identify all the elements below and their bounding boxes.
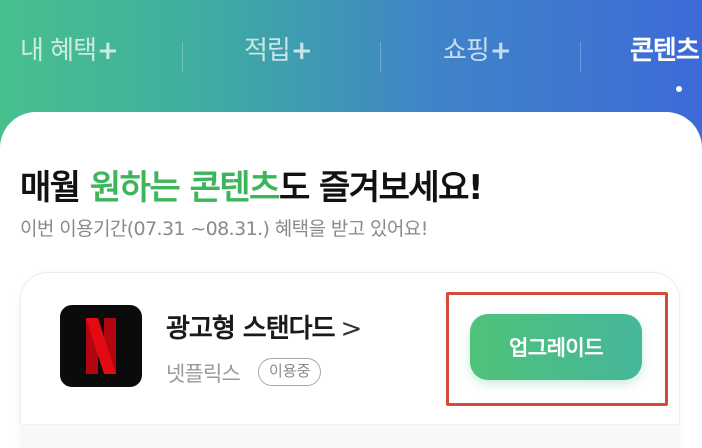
product-name-link[interactable]: 광고형 스탠다드 > — [166, 308, 363, 345]
tab-divider — [580, 42, 581, 72]
netflix-n-glyph — [86, 318, 116, 374]
tab-divider — [182, 42, 183, 72]
headline-text: 매월 — [20, 168, 90, 208]
tab-label: 쇼핑 — [443, 36, 490, 66]
tab-divider — [380, 42, 381, 72]
tab-label: 콘텐츠 — [630, 36, 700, 66]
plus-icon: + — [97, 36, 119, 66]
netflix-logo-icon — [60, 305, 142, 387]
tab-label: 적립 — [244, 36, 291, 66]
tab-contents[interactable]: 콘텐츠+ — [630, 30, 702, 80]
category-tab-bar: 내 혜택+ 적립+ 쇼핑+ 콘텐츠+ — [0, 0, 702, 110]
headline-highlight: 원하는 콘텐츠 — [89, 168, 281, 208]
tab-earn[interactable]: 적립+ — [244, 30, 313, 80]
plus-icon: + — [489, 36, 512, 66]
page-headline: 매월 원하는 콘텐츠도 즐겨보세요! — [20, 160, 484, 209]
status-badge: 이용중 — [258, 358, 322, 386]
tab-my-benefits[interactable]: 내 혜택+ — [20, 30, 119, 80]
card-divider — [20, 424, 680, 448]
provider-name: 넷플릭스 — [166, 362, 241, 386]
tab-label: 내 혜택 — [20, 36, 97, 66]
headline-text-end: 도 즐겨보세요! — [278, 168, 484, 208]
plus-icon: + — [290, 36, 313, 66]
benefit-period-text: 이번 이용기간(07.31 ~08.31.) 혜택을 받고 있어요! — [20, 218, 428, 240]
product-name: 광고형 스탠다드 — [166, 314, 335, 344]
tab-shopping[interactable]: 쇼핑+ — [443, 30, 512, 80]
upgrade-button[interactable]: 업그레이드 — [470, 314, 642, 380]
active-tab-indicator — [676, 86, 682, 92]
chevron-right-icon: > — [340, 314, 363, 344]
